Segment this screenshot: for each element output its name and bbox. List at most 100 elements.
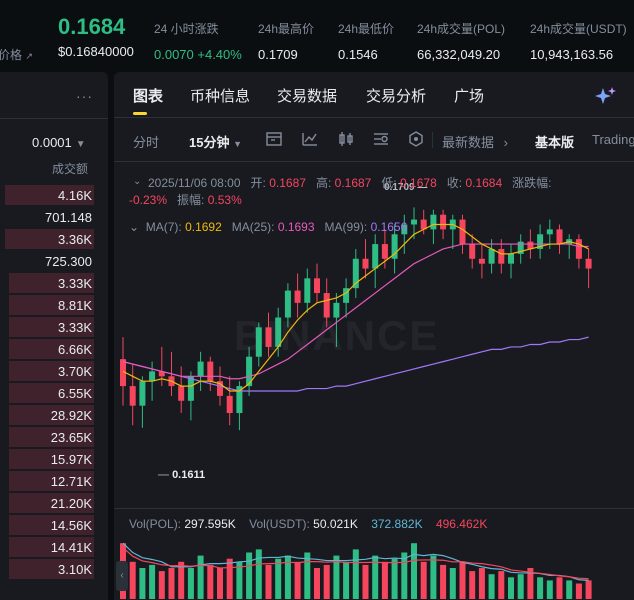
- candle-body: [459, 219, 466, 245]
- collapse-ma-icon[interactable]: ⌄: [129, 220, 139, 234]
- volume-bar: [459, 561, 466, 599]
- trade-amount: 28.92K: [50, 408, 92, 423]
- candle-body: [362, 258, 369, 269]
- ma-legend: ⌄ MA(7): 0.1692 MA(25): 0.1693 MA(99): 0…: [129, 220, 408, 234]
- volume-bar: [575, 583, 582, 599]
- hexagon-icon[interactable]: [407, 130, 425, 148]
- trade-amount: 6.55K: [58, 386, 92, 401]
- indicator-icon[interactable]: [301, 130, 319, 148]
- tab-square[interactable]: 广场: [454, 85, 484, 106]
- more-icon[interactable]: ···: [76, 88, 93, 104]
- trade-row: 14.56K: [0, 514, 94, 536]
- tab-trade-analysis[interactable]: 交易分析: [366, 85, 426, 106]
- trade-amount: 3.70K: [58, 364, 92, 379]
- tab-trade-data[interactable]: 交易数据: [277, 85, 337, 106]
- candle-body: [294, 290, 301, 303]
- candle-body: [411, 219, 417, 225]
- volume-bar: [149, 564, 156, 599]
- volume-bar: [469, 571, 476, 599]
- tab-coin-info[interactable]: 币种信息: [190, 85, 250, 106]
- candle-body: [478, 258, 485, 264]
- candle-body: [323, 293, 330, 318]
- caret-down-icon: ▼: [75, 139, 86, 150]
- volume-bar: [217, 568, 223, 599]
- volume-bar: [411, 543, 417, 599]
- time-sharing-button[interactable]: 分时: [133, 132, 159, 151]
- volume-bar: [381, 561, 388, 599]
- trade-amount: 3.36K: [58, 232, 92, 247]
- tradingview-button[interactable]: Trading: [592, 132, 634, 147]
- toolbar-divider: [432, 132, 433, 148]
- stat-24h-high: 24h最高价 0.1709: [258, 22, 315, 62]
- trade-row: 23.65K: [0, 426, 94, 448]
- volume-bar: [323, 564, 330, 599]
- candle-body: [265, 327, 272, 347]
- fiat-price: $0.16840000: [58, 44, 134, 59]
- volume-bar: [488, 574, 495, 599]
- scroll-left-button[interactable]: ‹: [116, 561, 128, 591]
- trade-row: 3.36K: [0, 228, 94, 250]
- trade-row: 3.33K: [0, 316, 94, 338]
- trade-row: 3.10K: [0, 558, 94, 580]
- trade-row: 725.300: [0, 250, 94, 272]
- precision-select[interactable]: 0.0001 ▼: [32, 135, 86, 150]
- trade-amount: 14.56K: [50, 518, 92, 533]
- trade-row: 15.97K: [0, 448, 94, 470]
- volume-bar: [508, 577, 514, 599]
- trade-row: 6.55K: [0, 382, 94, 404]
- trade-amount: 8.81K: [58, 298, 92, 313]
- volume-bar: [246, 552, 253, 599]
- candle-body: [488, 248, 495, 264]
- volume-bar: [168, 568, 175, 599]
- volume-bar: [478, 568, 485, 599]
- volume-bar: [314, 568, 320, 599]
- volume-bar: [537, 577, 544, 599]
- volume-chart[interactable]: Vol(POL): 297.595K Vol(USDT): 50.021K 37…: [114, 508, 634, 600]
- volume-bar: [129, 561, 136, 599]
- candle-body: [284, 290, 291, 318]
- ai-sparkle-icon[interactable]: [595, 85, 617, 107]
- candlestick-chart[interactable]: BINANCE ⌄ 2025/11/06 08:00 开: 0.1687 高: …: [114, 162, 634, 502]
- tab-chart[interactable]: 图表: [133, 85, 163, 106]
- candle-body: [498, 248, 505, 264]
- settings-list-icon[interactable]: [372, 130, 390, 148]
- candle-body: [149, 371, 156, 382]
- candle-body: [575, 239, 582, 259]
- candle-body: [139, 381, 146, 406]
- trade-amount: 3.10K: [58, 562, 92, 577]
- trade-row: 8.81K: [0, 294, 94, 316]
- latest-data-button[interactable]: 最新数据 ›: [442, 132, 508, 151]
- fiat-price-label: 价格 ↗: [0, 48, 33, 62]
- candle-body: [469, 244, 476, 259]
- volume-bar: [294, 561, 301, 599]
- stat-24h-low: 24h最低价 0.1546: [338, 22, 395, 62]
- trade-amount: 23.65K: [50, 430, 92, 445]
- volume-legend: Vol(POL): 297.595K Vol(USDT): 50.021K 37…: [129, 517, 488, 531]
- volume-bar: [566, 580, 573, 599]
- ticker-bar: 0.1684 价格 ↗ $0.16840000 24 小时涨跌 0.0070 +…: [0, 0, 634, 70]
- calendar-icon[interactable]: [265, 130, 283, 148]
- candle-body: [255, 327, 262, 357]
- ohlc-legend: 2025/11/06 08:00 开: 0.1687 高: 0.1687 低: …: [129, 176, 552, 207]
- trade-row: 3.70K: [0, 360, 94, 382]
- candle-body: [207, 361, 214, 382]
- volume-bar: [362, 564, 369, 599]
- chart-panel: 图表 币种信息 交易数据 交易分析 广场 分时 15分钟 ▼ 最新数据 › 基本…: [114, 72, 634, 600]
- trade-amount: 12.71K: [50, 474, 92, 489]
- basic-view-button[interactable]: 基本版: [535, 132, 574, 151]
- stat-24h-change: 24 小时涨跌 0.0070 +4.40%: [154, 22, 242, 62]
- candle-type-icon[interactable]: [337, 130, 355, 148]
- candle-body: [304, 278, 311, 303]
- candles-svg: [120, 207, 592, 431]
- low-marker-label: — 0.1611: [158, 469, 206, 481]
- volume-bar: [207, 564, 214, 599]
- stat-24h-volume-pol: 24h成交量(POL) 66,332,049.20: [417, 22, 506, 62]
- trade-row: 4.16K: [0, 184, 94, 206]
- active-tab-indicator: [133, 112, 147, 115]
- trade-row: 701.148: [0, 206, 94, 228]
- trade-row: 14.41K: [0, 536, 94, 558]
- trade-row: 28.92K: [0, 404, 94, 426]
- interval-select[interactable]: 15分钟 ▼: [189, 132, 242, 151]
- volume-bar: [391, 558, 398, 599]
- divider: [0, 118, 108, 119]
